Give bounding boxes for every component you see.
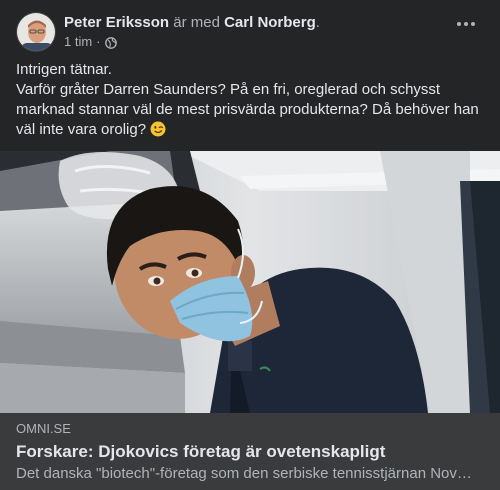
more-horizontal-icon[interactable] [450, 12, 482, 36]
link-title[interactable]: Forskare: Djokovics företag är ovetenska… [16, 441, 484, 463]
post-time-line: 1 tim · [64, 33, 320, 51]
with-text: är med [173, 14, 220, 31]
winking-face-icon [150, 121, 166, 143]
post-text-line: Varför gråter Darren Saunders? På en fri… [16, 80, 486, 143]
author-name[interactable]: Peter Eriksson [64, 14, 169, 31]
link-preview-image[interactable] [0, 151, 500, 413]
link-preview[interactable]: OMNI.SE Forskare: Djokovics företag är o… [0, 413, 500, 490]
author-line-punct: . [315, 14, 320, 31]
globe-icon[interactable] [104, 36, 117, 49]
author-line: Peter Eriksson är med Carl Norberg. [64, 13, 320, 32]
post-time[interactable]: 1 tim [64, 33, 92, 51]
time-separator: · [96, 34, 101, 49]
link-description: Det danska "biotech"-företag som den ser… [16, 465, 472, 482]
link-domain: OMNI.SE [16, 421, 71, 436]
post-text-line: Intrigen tätnar. [16, 61, 112, 78]
post-text: Intrigen tätnar. Varför gråter Darren Sa… [16, 60, 486, 143]
feed-post: Peter Eriksson är med Carl Norberg. 1 ti… [0, 0, 500, 490]
post-meta: Peter Eriksson är med Carl Norberg. 1 ti… [64, 12, 320, 51]
tagged-name[interactable]: Carl Norberg [224, 14, 316, 31]
post-header: Peter Eriksson är med Carl Norberg. 1 ti… [16, 12, 484, 52]
avatar[interactable] [16, 12, 56, 52]
